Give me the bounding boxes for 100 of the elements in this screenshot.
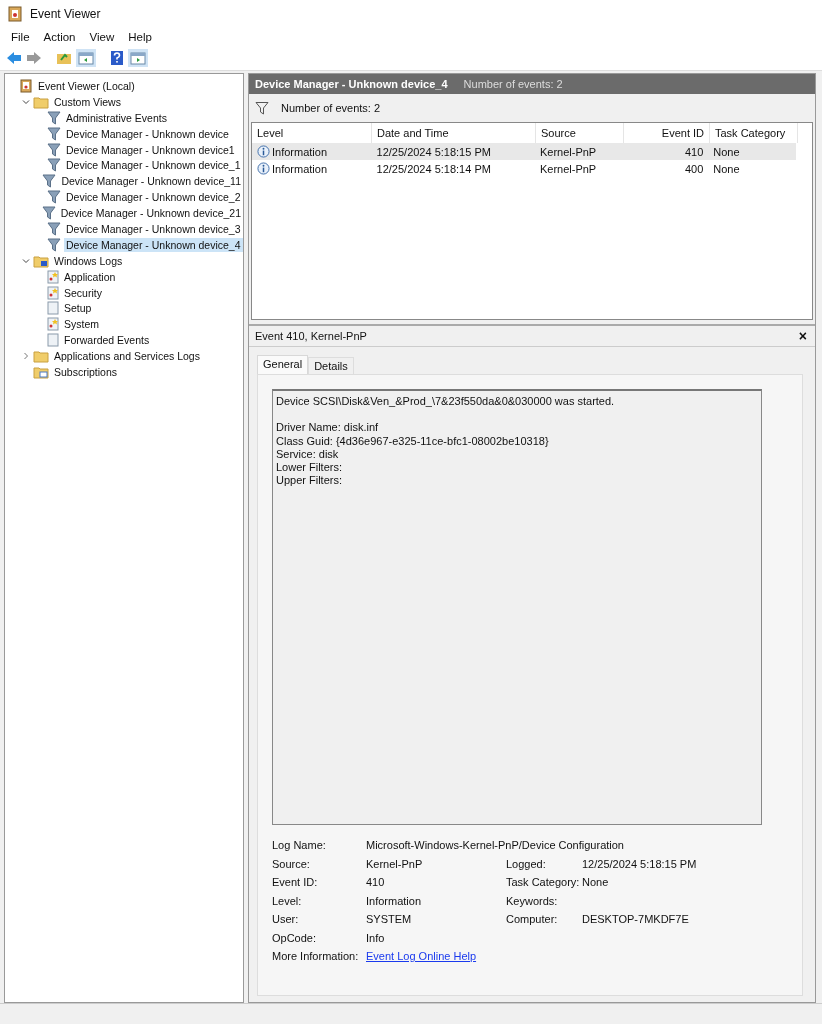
- help-link[interactable]: Event Log Online Help: [366, 950, 477, 962]
- tree-item[interactable]: Applications and Services Logs: [52, 349, 202, 364]
- event-count: Number of events: 2: [463, 78, 563, 90]
- log-icon: [47, 269, 59, 284]
- filter-icon: [47, 237, 61, 252]
- table-cell: 410: [684, 145, 704, 158]
- filter-icon: [42, 174, 57, 189]
- field-value: Kernel-PnP: [366, 857, 424, 871]
- field-label: Task Category:: [506, 876, 581, 890]
- field-value: Microsoft-Windows-Kernel-PnP/Device Configuration: [366, 839, 625, 853]
- table-cell: 12/25/2024 5:18:15 PM: [376, 145, 491, 158]
- field-label: Keywords:: [506, 894, 559, 908]
- forward-arrow-icon[interactable]: [26, 51, 42, 65]
- message-line: Lower Filters:: [276, 461, 344, 475]
- field-value: 12/25/2024 5:18:15 PM: [582, 857, 697, 870]
- tree-item[interactable]: Custom Views: [52, 94, 123, 109]
- table-row[interactable]: Information 12/25/2024 5:18:15 PM Kernel-PnP 410 None: [252, 143, 796, 160]
- message-line: Service: disk: [276, 447, 340, 462]
- help-icon[interactable]: [110, 50, 124, 66]
- folder-icon: [33, 253, 49, 268]
- close-button[interactable]: ×: [798, 328, 807, 344]
- message-line: Driver Name: disk.inf: [276, 421, 380, 435]
- tree-item[interactable]: Device Manager - Unknown device_21: [58, 206, 243, 221]
- tree-item[interactable]: Security: [62, 285, 104, 300]
- info-icon: [257, 162, 270, 175]
- field-label: More Information:: [272, 950, 360, 964]
- message-line: Device SCSI\Disk&Ven_&Prod_\7&23f550da&0&030000 was started.: [276, 395, 616, 409]
- filter-icon: [47, 126, 61, 141]
- app-icon: [8, 6, 22, 22]
- tree-item[interactable]: Setup: [62, 301, 94, 316]
- table-cell: Kernel-PnP: [539, 145, 597, 158]
- filter-label: Number of events: 2: [281, 102, 381, 114]
- pane-button[interactable]: [76, 49, 96, 67]
- field-value: DESKTOP-7MKDF7E: [582, 913, 689, 925]
- menu-item[interactable]: View: [82, 31, 122, 43]
- filter-icon: [47, 221, 61, 236]
- tree-item[interactable]: Device Manager - Unknown device1: [64, 142, 237, 157]
- chevron-down-icon[interactable]: [22, 97, 30, 106]
- menu-item[interactable]: File: [4, 31, 37, 43]
- field-label: Log Name:: [272, 839, 327, 853]
- table-row[interactable]: Information 12/25/2024 5:18:14 PM Kernel-PnP 400 None: [252, 160, 796, 177]
- folder-icon: [33, 349, 49, 364]
- field-label: Logged:: [506, 857, 547, 871]
- message-line: Class Guid: {4d36e967-e325-11ce-bfc1-08002be10318}: [276, 434, 550, 448]
- tree-item[interactable]: System: [62, 317, 101, 332]
- log-icon: [47, 317, 59, 332]
- tree-item[interactable]: Device Manager - Unknown device_1: [64, 158, 243, 173]
- table-cell: Information: [272, 145, 328, 158]
- filter-icon: [47, 158, 61, 173]
- field-value: Information: [366, 894, 423, 908]
- filter-icon: [47, 142, 61, 157]
- field-label: User:: [272, 913, 300, 927]
- table-cell: Kernel-PnP: [539, 162, 597, 175]
- table-cell: 12/25/2024 5:18:14 PM: [376, 162, 491, 175]
- filter-icon: [41, 206, 56, 221]
- detail-title: Event 410, Kernel-PnP: [255, 330, 367, 342]
- tree-item[interactable]: Application: [62, 269, 118, 284]
- tree-item[interactable]: Device Manager - Unknown device_11: [59, 174, 243, 189]
- menu-item[interactable]: Action: [36, 31, 83, 43]
- message-line: Upper Filters:: [276, 474, 344, 488]
- tree-item[interactable]: Event Viewer (Local): [36, 78, 137, 93]
- table-cell: Information: [272, 162, 328, 175]
- menu-item[interactable]: Help: [121, 31, 159, 43]
- info-icon: [257, 145, 270, 158]
- log-icon: [47, 301, 59, 316]
- chevron-right-icon[interactable]: [22, 352, 30, 361]
- field-value: None: [582, 876, 609, 888]
- filter-icon: [47, 190, 61, 205]
- table-cell: 400: [684, 162, 704, 175]
- tab[interactable]: General: [257, 355, 309, 374]
- tree-item[interactable]: Windows Logs: [52, 253, 125, 268]
- tree-item[interactable]: Device Manager - Unknown device_2: [64, 190, 243, 205]
- tree-item[interactable]: Administrative Events: [64, 110, 169, 125]
- window-title: Event Viewer: [30, 7, 101, 21]
- filter-icon: [47, 110, 61, 125]
- log-icon: [47, 285, 59, 300]
- view-title: Device Manager - Unknown device_4: [255, 78, 448, 90]
- field-label: Level:: [272, 894, 303, 908]
- back-arrow-icon[interactable]: [6, 51, 22, 65]
- tree-item[interactable]: Forwarded Events: [62, 333, 152, 348]
- filter-icon: [255, 101, 269, 115]
- folder-icon[interactable]: [56, 51, 72, 65]
- log-icon: [47, 333, 59, 348]
- field-value: Info: [366, 931, 386, 945]
- chevron-down-icon[interactable]: [22, 256, 30, 265]
- field-label: Event ID:: [272, 876, 319, 890]
- field-label: Source:: [272, 857, 311, 871]
- tree-item[interactable]: Device Manager - Unknown device: [64, 126, 231, 141]
- field-value: 410: [366, 876, 386, 890]
- field-value: SYSTEM: [366, 913, 413, 927]
- tree-item[interactable]: Device Manager - Unknown device_4: [64, 237, 243, 252]
- tree-item[interactable]: Subscriptions: [52, 364, 120, 379]
- table-cell: None: [713, 162, 740, 175]
- folder-icon: [33, 364, 49, 379]
- folder-icon: [33, 94, 49, 109]
- table-cell: None: [713, 145, 740, 158]
- log-book-icon: [19, 78, 33, 93]
- tab[interactable]: Details: [308, 357, 354, 374]
- field-label: OpCode:: [272, 931, 318, 945]
- tree-item[interactable]: Device Manager - Unknown device_3: [64, 221, 243, 236]
